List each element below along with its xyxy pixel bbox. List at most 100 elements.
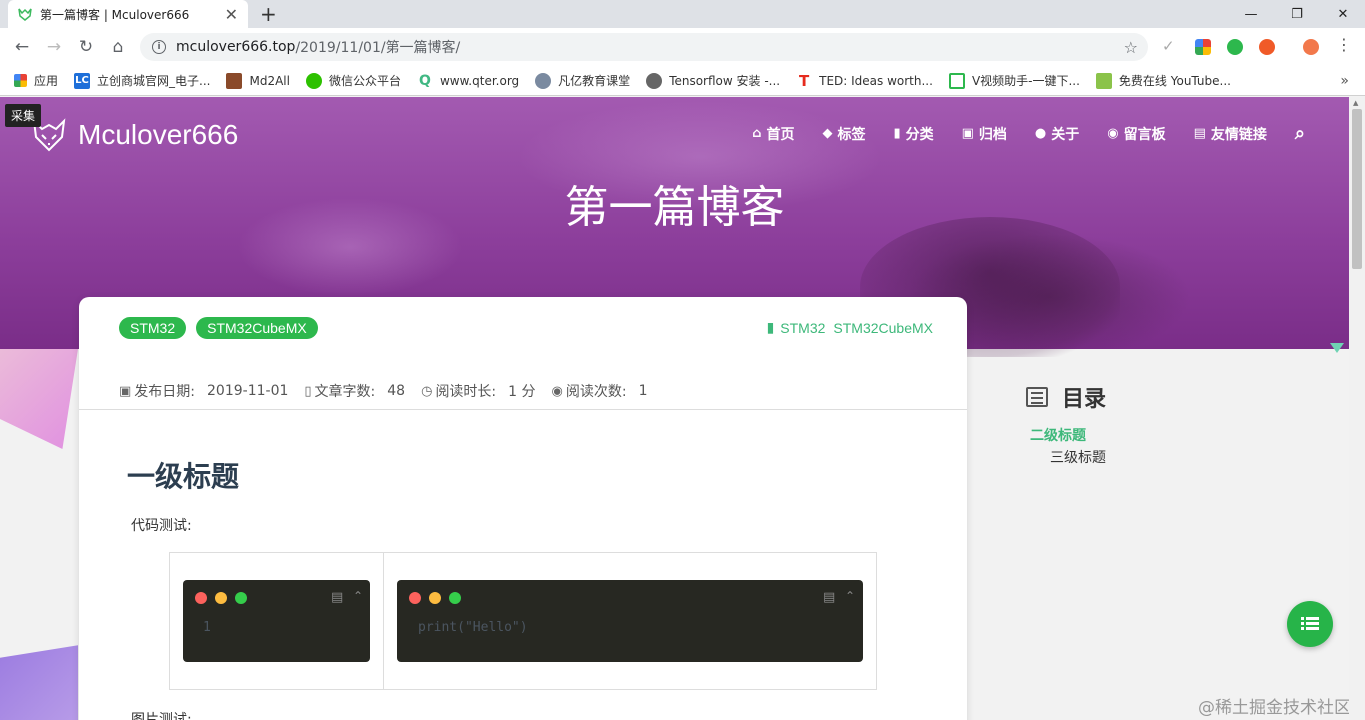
tag-stm32[interactable]: STM32 xyxy=(119,317,187,339)
file-word-icon: ▯ xyxy=(304,383,312,399)
divider xyxy=(383,553,384,689)
home-icon[interactable]: ⌂ xyxy=(108,37,128,57)
code-block-table: ▤ ⌃ 1 ▤ ⌃ print("Hello") xyxy=(169,552,877,690)
fox-favicon-icon xyxy=(18,8,32,21)
forward-arrow-icon[interactable]: → xyxy=(44,37,64,57)
post-title: 第一篇博客 xyxy=(564,182,785,233)
restore-button[interactable]: ❐ xyxy=(1274,0,1320,28)
post-tags: STM32 STM32CubeMX xyxy=(119,317,328,339)
lc-icon: LC xyxy=(74,72,91,89)
bookmark-fanyi[interactable]: 凡亿教育课堂 xyxy=(535,72,630,89)
profile-extension-icon[interactable] xyxy=(1303,39,1319,55)
chevron-up-icon[interactable]: ⌃ xyxy=(353,589,363,603)
nav-label: 归档 xyxy=(978,126,1007,143)
bookmark-wechat[interactable]: 微信公众平台 xyxy=(305,72,401,89)
scroll-up-icon[interactable]: ▲ xyxy=(1353,99,1358,107)
toc-item-h2[interactable]: 二级标题 xyxy=(1030,425,1086,445)
comments-icon: ◉ xyxy=(1107,126,1119,141)
nav-tags[interactable]: ◆ 标签 xyxy=(822,124,865,144)
paragraph-code-test: 代码测试: xyxy=(131,518,192,534)
bookmark-label: 应用 xyxy=(34,74,59,88)
wechat-icon xyxy=(305,72,322,89)
page-scrollbar[interactable]: ▲ xyxy=(1349,97,1365,720)
bookmark-label: 微信公众平台 xyxy=(328,74,401,88)
meta-value: 48 xyxy=(387,383,406,399)
chevron-up-icon[interactable]: ⌃ xyxy=(845,589,855,603)
green-dot-icon xyxy=(235,592,247,604)
bookmark-label: TED: Ideas worth... xyxy=(819,73,933,88)
bookmark-label: www.qter.org xyxy=(439,73,520,88)
address-bar[interactable]: i mculover666.top/2019/11/01/第一篇博客/ ☆ xyxy=(140,33,1148,61)
infinity-extension-icon[interactable] xyxy=(1259,39,1275,55)
bookmark-vvideo[interactable]: V视频助手-一键下... xyxy=(948,72,1080,89)
nav-categories[interactable]: ▮ 分类 xyxy=(893,124,933,144)
bookmark-ted[interactable]: T TED: Ideas worth... xyxy=(796,71,933,90)
url-host: mculover666.top xyxy=(176,39,296,55)
address-book-icon: ▤ xyxy=(1193,126,1206,141)
bookmark-md2all[interactable]: Md2All xyxy=(226,72,290,89)
back-arrow-icon[interactable]: ← xyxy=(12,37,32,57)
toc-header: 目录 xyxy=(1026,381,1106,413)
check-extension-icon[interactable]: ✓ xyxy=(1162,37,1178,55)
page-viewport: 采集 Mculover666 ⌂ 首页 ◆ 标签 ▮ 分类 ▣ 归档 ● 关于 ◉ 留言板 … xyxy=(0,97,1349,720)
close-window-button[interactable]: ✕ xyxy=(1320,0,1365,28)
nav-label: 关于 xyxy=(1051,126,1080,143)
bookmark-lcsc[interactable]: LC 立创商城官网_电子... xyxy=(74,72,210,89)
home-icon: ⌂ xyxy=(752,126,762,141)
bookmark-apps[interactable]: 应用 xyxy=(14,72,58,89)
bookmark-icon: ▮ xyxy=(766,319,775,335)
bookmark-label: Md2All xyxy=(249,73,290,88)
post-meta: ▣ 发布日期: 2019-11-01 ▯ 文章字数: 48 ◷ 阅读时长: 1 分 ◉ 阅读次… xyxy=(119,381,664,401)
copy-icon[interactable]: ▤ xyxy=(823,590,835,605)
copy-icon[interactable]: ▤ xyxy=(331,590,343,605)
nav-friends[interactable]: ▤ 友情链接 xyxy=(1194,124,1267,144)
tab-close-icon[interactable]: ✕ xyxy=(225,5,238,24)
minimize-button[interactable]: — xyxy=(1228,0,1274,28)
site-info-icon[interactable]: i xyxy=(152,40,166,54)
meta-value: 2019-11-01 xyxy=(207,383,289,399)
color-extension-icon[interactable] xyxy=(1195,39,1211,55)
nav-guestbook[interactable]: ◉ 留言板 xyxy=(1107,124,1165,144)
vue-extension-icon[interactable] xyxy=(1227,39,1243,55)
main-nav: ⌂ 首页 ◆ 标签 ▮ 分类 ▣ 归档 ● 关于 ◉ 留言板 ▤ 友情链接 ⌕ xyxy=(724,123,1305,144)
bookmark-qter[interactable]: Q www.qter.org xyxy=(417,73,519,89)
code-block: ▤ ⌃ print("Hello") xyxy=(397,580,863,662)
toc-item-h3[interactable]: 三级标题 xyxy=(1050,447,1106,467)
bookmark-youtube-dl[interactable]: 免费在线 YouTube... xyxy=(1095,72,1231,89)
video-icon xyxy=(948,72,965,89)
scrollbar-thumb[interactable] xyxy=(1352,109,1362,269)
meta-value: 1 xyxy=(638,383,648,399)
line-number-block: ▤ ⌃ 1 xyxy=(183,580,370,662)
nav-label: 首页 xyxy=(766,126,795,143)
nav-search[interactable]: ⌕ xyxy=(1295,123,1305,144)
meta-label: 发布日期: xyxy=(134,384,196,400)
new-tab-button[interactable]: + xyxy=(260,2,277,26)
reload-icon[interactable]: ↻ xyxy=(76,37,96,57)
red-dot-icon xyxy=(195,592,207,604)
code-text: print("Hello") xyxy=(418,620,528,635)
bookmark-label: 立创商城官网_电子... xyxy=(97,74,211,88)
collect-tooltip[interactable]: 采集 xyxy=(5,104,42,127)
yellow-dot-icon xyxy=(215,592,227,604)
nav-archive[interactable]: ▣ 归档 xyxy=(962,124,1007,144)
toc-toggle-button[interactable] xyxy=(1287,601,1333,647)
site-logo[interactable]: Mculover666 xyxy=(32,117,238,153)
watermark: @稀土掘金技术社区 xyxy=(1198,698,1349,718)
bookmark-label: V视频助手-一键下... xyxy=(971,74,1080,88)
nav-about[interactable]: ● 关于 xyxy=(1035,124,1079,144)
browser-menu-icon[interactable]: ⋮ xyxy=(1336,35,1352,54)
ted-icon: T xyxy=(799,71,810,90)
nav-home[interactable]: ⌂ 首页 xyxy=(752,124,794,144)
category-stm32cubemx[interactable]: STM32CubeMX xyxy=(833,320,933,336)
green-dot-icon xyxy=(449,592,461,604)
bookmarks-more-icon[interactable]: » xyxy=(1340,73,1349,89)
bookmarks-bar: 应用 LC 立创商城官网_电子... Md2All 微信公众平台 Q www.q… xyxy=(0,66,1365,96)
category-stm32[interactable]: STM32 xyxy=(780,320,825,336)
tag-stm32cubemx[interactable]: STM32CubeMX xyxy=(196,317,318,339)
tab-strip: 第一篇博客 | Mculover666 ✕ + — ❐ ✕ xyxy=(0,0,1365,28)
browser-tab[interactable]: 第一篇博客 | Mculover666 ✕ xyxy=(8,0,248,28)
nav-label: 分类 xyxy=(905,126,934,143)
bookmark-star-icon[interactable]: ☆ xyxy=(1124,38,1138,57)
eye-icon: ◉ xyxy=(551,383,563,399)
bookmark-tensorflow[interactable]: Tensorflow 安装 -... xyxy=(646,72,780,89)
